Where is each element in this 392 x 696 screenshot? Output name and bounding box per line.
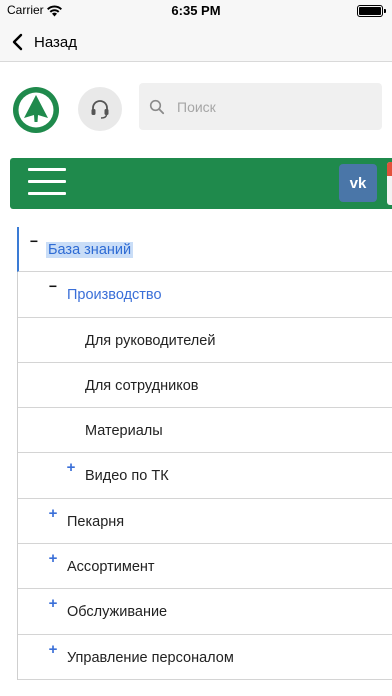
- chevron-left-icon: [12, 33, 23, 51]
- tree-row[interactable]: − База знаний: [17, 227, 392, 273]
- collapse-icon[interactable]: −: [28, 234, 40, 248]
- status-bar: Carrier 6:35 PM: [0, 0, 392, 22]
- tree-row-label: Видео по ТК: [85, 468, 169, 485]
- vk-button[interactable]: vk: [339, 164, 377, 202]
- tree-row[interactable]: + Управление персоналом: [18, 635, 392, 680]
- expand-icon[interactable]: +: [65, 460, 77, 475]
- headset-icon: [91, 100, 109, 119]
- back-button[interactable]: Назад: [8, 26, 77, 58]
- tree-row-label: Для сотрудников: [85, 377, 199, 394]
- expand-icon[interactable]: +: [47, 596, 59, 611]
- tree-row-label: База знаний: [46, 242, 134, 258]
- navigation-bar: Назад: [0, 22, 392, 62]
- tree-row-label: Материалы: [85, 423, 163, 440]
- main-menu-bar: vk: [10, 158, 392, 209]
- battery-icon: [357, 5, 386, 17]
- search-icon: [149, 99, 165, 114]
- tree-row[interactable]: − Производство: [18, 272, 392, 318]
- status-time: 6:35 PM: [171, 3, 221, 18]
- tree-row[interactable]: + Обслуживание: [18, 589, 392, 635]
- collapse-icon[interactable]: −: [47, 279, 59, 293]
- back-button-label: Назад: [34, 33, 77, 51]
- search-input[interactable]: [177, 98, 367, 115]
- tree-row[interactable]: + Видео по ТК: [18, 453, 392, 499]
- support-button[interactable]: [78, 87, 122, 131]
- tree-row[interactable]: Для руководителей: [18, 318, 392, 363]
- expand-icon[interactable]: +: [47, 506, 59, 521]
- tree-row[interactable]: Для сотрудников: [18, 363, 392, 409]
- tree-row[interactable]: + Ассортимент: [18, 544, 392, 590]
- vk-icon: vk: [349, 174, 367, 192]
- menu-icon[interactable]: [28, 168, 66, 198]
- tree-row-label: Производство: [67, 287, 162, 304]
- search-bar[interactable]: [139, 83, 382, 130]
- expand-icon[interactable]: +: [47, 642, 59, 657]
- tree-row-label: Пекарня: [67, 513, 125, 530]
- tree-row[interactable]: Материалы: [18, 408, 392, 454]
- tree-row[interactable]: + Пекарня: [18, 499, 392, 545]
- tree-row-label: Обслуживание: [67, 604, 168, 621]
- tree-row-label: Управление персоналом: [67, 649, 234, 666]
- knowledge-base-tree: − База знаний − Производство Для руководител…: [17, 227, 392, 680]
- tree-row-label: Для руководителей: [85, 332, 216, 349]
- tree-row-label: Ассортимент: [67, 559, 155, 576]
- calendar-icon[interactable]: [387, 162, 392, 205]
- spar-logo: [13, 87, 59, 133]
- expand-icon[interactable]: +: [47, 551, 59, 566]
